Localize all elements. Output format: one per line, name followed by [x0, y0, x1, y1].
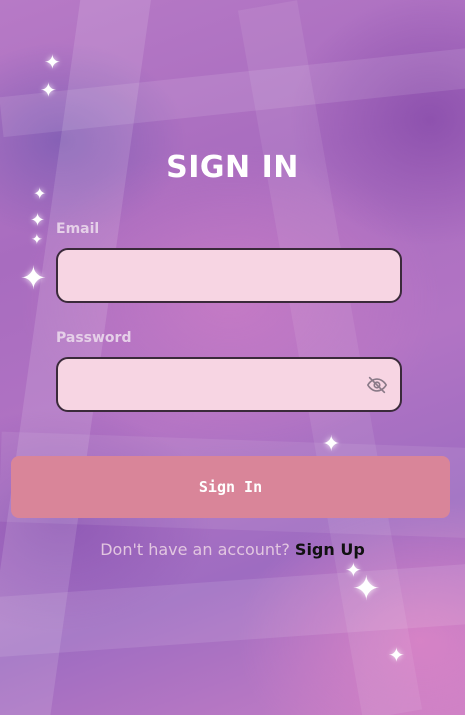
eye-slash-icon[interactable] — [366, 374, 388, 396]
sign-up-link[interactable]: Sign Up — [295, 540, 365, 559]
email-label: Email — [56, 221, 100, 237]
sparkle-icon: ✦ — [20, 259, 47, 297]
sparkle-icon: ✦ — [352, 569, 381, 609]
sparkle-icon: ✦ — [30, 210, 46, 231]
sparkle-icon: ✦ — [31, 232, 43, 248]
email-field-container — [56, 248, 402, 303]
sparkle-icon: ✦ — [388, 643, 405, 667]
signup-prompt-text: Don't have an account? — [100, 540, 290, 559]
background-light-streak — [0, 560, 465, 660]
password-label: Password — [56, 330, 132, 346]
sparkle-icon: ✦ — [44, 50, 61, 74]
email-field[interactable] — [58, 250, 400, 301]
password-field[interactable] — [58, 359, 400, 410]
sign-in-button[interactable]: Sign In — [11, 456, 450, 518]
sparkle-icon: ✦ — [40, 78, 57, 102]
background-light-streak — [0, 42, 465, 138]
sparkle-icon: ✦ — [322, 432, 341, 457]
sparkle-icon: ✦ — [345, 558, 362, 582]
password-field-container — [56, 357, 402, 412]
page-title: SIGN IN — [166, 150, 299, 185]
signup-prompt-line: Don't have an account? Sign Up — [0, 540, 465, 559]
sparkle-icon: ✦ — [33, 184, 47, 203]
